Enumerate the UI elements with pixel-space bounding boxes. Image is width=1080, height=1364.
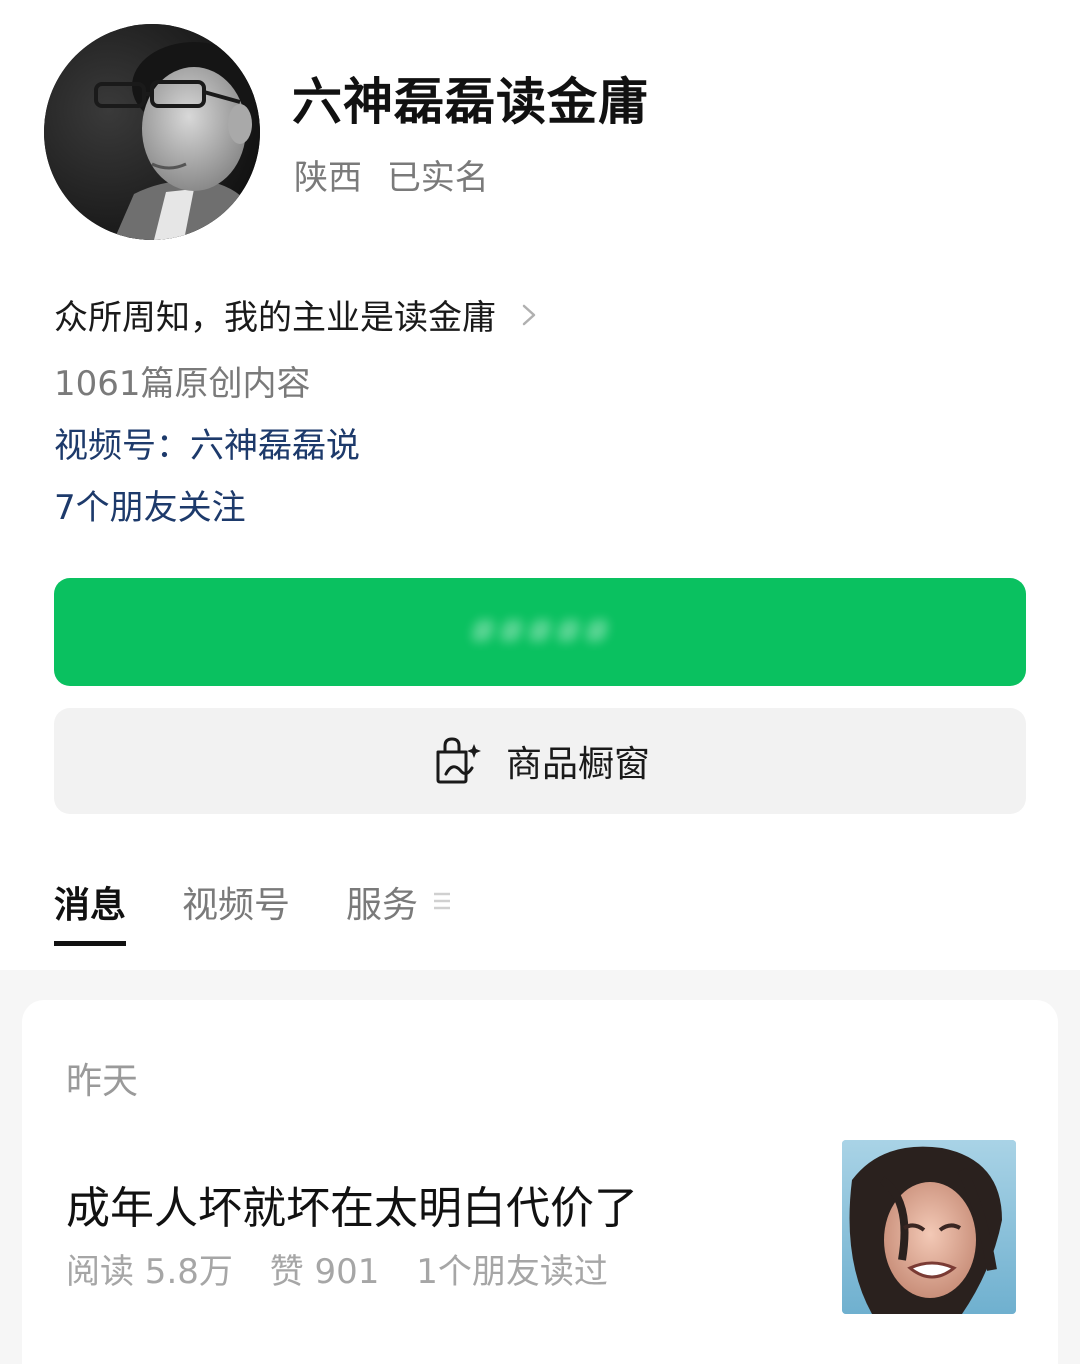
tab-channels[interactable]: 视频号	[182, 876, 290, 946]
profile-tabs: 消息 视频号 服务	[54, 876, 452, 946]
shop-window-button[interactable]: 商品橱窗	[54, 708, 1026, 814]
tab-messages[interactable]: 消息	[54, 876, 127, 946]
shopping-bag-sparkle-icon	[436, 737, 481, 784]
follow-button[interactable]: #####	[54, 578, 1026, 686]
channel-link[interactable]: 视频号：六神磊磊说	[54, 418, 360, 467]
bio-text: 众所周知，我的主业是读金庸	[54, 298, 496, 338]
avatar[interactable]	[44, 24, 260, 240]
verified-label: 已实名	[386, 158, 489, 198]
feed-date: 昨天	[66, 1061, 139, 1102]
thumbnail-image	[842, 1140, 1016, 1314]
article-stats: 阅读 5.8万 赞 901 1个朋友读过	[66, 1244, 608, 1293]
friends-following-link[interactable]: 7个朋友关注	[54, 480, 246, 529]
article-reads: 阅读 5.8万	[66, 1252, 233, 1292]
profile-photo	[44, 24, 260, 240]
article-thumbnail[interactable]	[842, 1140, 1016, 1314]
menu-lines-icon[interactable]	[432, 890, 452, 912]
region-label: 陕西	[294, 158, 362, 198]
profile-page: 六神磊磊读金庸 陕西 已实名 众所周知，我的主业是读金庸 1061篇原创内容 视…	[0, 0, 1080, 1364]
profile-meta: 陕西 已实名	[294, 150, 489, 199]
shop-window-label: 商品橱窗	[505, 744, 650, 785]
follow-button-label: #####	[468, 612, 612, 652]
profile-name: 六神磊磊读金庸	[292, 73, 649, 131]
article-friends-read: 1个朋友读过	[416, 1252, 608, 1292]
article-title[interactable]: 成年人坏就坏在太明白代价了	[66, 1172, 638, 1236]
bio-row[interactable]: 众所周知，我的主业是读金庸	[54, 290, 540, 339]
article-likes: 赞 901	[269, 1252, 380, 1292]
original-count: 1061篇原创内容	[54, 364, 311, 404]
chevron-right-icon	[522, 304, 536, 325]
tab-services[interactable]: 服务	[346, 876, 418, 946]
